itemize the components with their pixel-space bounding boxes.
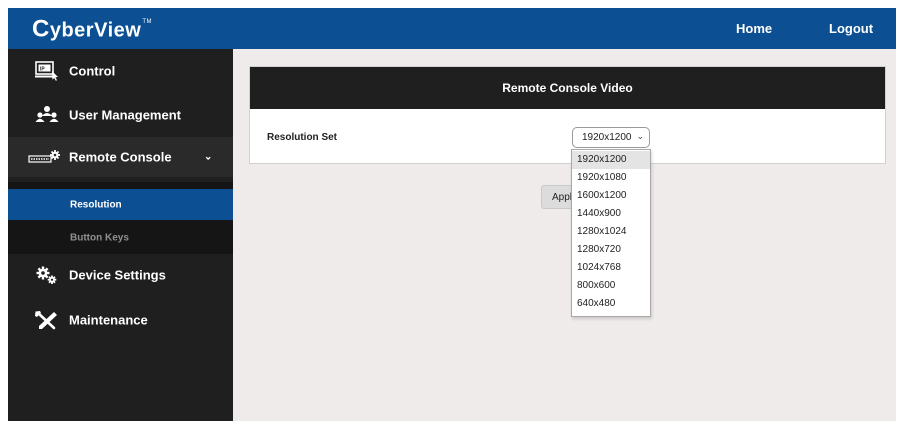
chevron-down-icon: ⌄ [636, 131, 644, 141]
sidebar-subitem-resolution[interactable]: Resolution [8, 189, 233, 220]
logo-text: yberView [49, 19, 142, 42]
sidebar-subitem-button-keys[interactable]: Button Keys [8, 222, 233, 253]
resolution-dropdown-list: 1920x1200 1920x1080 1600x1200 1440x900 1… [571, 149, 651, 317]
home-link[interactable]: Home [736, 21, 772, 36]
dropdown-option[interactable]: 1600x1200 [572, 187, 650, 205]
dropdown-option[interactable]: 1280x720 [572, 241, 650, 259]
dropdown-option[interactable]: 1280x1024 [572, 223, 650, 241]
monitor-cursor-icon: IP [34, 61, 60, 81]
resolution-select-value: 1920x1200 [582, 132, 632, 143]
sidebar: IP Control User Management Remote Consol… [8, 49, 233, 421]
dropdown-option-label: 1280x1024 [577, 226, 627, 237]
svg-text:IP: IP [40, 67, 45, 73]
sidebar-item-label: Remote Console [69, 149, 172, 165]
dropdown-option[interactable]: 1024x768 [572, 259, 650, 277]
sidebar-item-device-settings[interactable]: Device Settings [8, 255, 233, 295]
dropdown-option-label: 1280x720 [577, 244, 621, 255]
sidebar-item-control[interactable]: IP Control [8, 51, 233, 91]
chevron-down-icon: ⌄ [204, 151, 213, 163]
logout-link[interactable]: Logout [829, 21, 873, 36]
sidebar-item-remote-console[interactable]: Remote Console ⌄ [8, 137, 233, 177]
sidebar-item-label: Maintenance [69, 312, 148, 328]
sidebar-item-label: Control [69, 63, 116, 79]
tools-icon [34, 310, 60, 330]
dropdown-option[interactable]: 1440x900 [572, 205, 650, 223]
resolution-set-label: Resolution Set [267, 132, 338, 143]
dropdown-option-label: 640x480 [577, 298, 616, 309]
sidebar-subitem-label: Resolution [70, 199, 122, 210]
dropdown-option[interactable]: 800x600 [572, 277, 650, 295]
dropdown-option[interactable]: 640x480 [572, 295, 650, 313]
cyberview-logo: CyberViewTM [32, 17, 152, 42]
users-icon [34, 105, 60, 125]
sidebar-subitem-label: Button Keys [70, 232, 129, 243]
logo-initial: C [32, 15, 50, 43]
resolution-select[interactable]: 1920x1200 ⌄ [572, 127, 650, 148]
keyboard-gear-icon [28, 147, 62, 167]
sidebar-item-label: User Management [69, 107, 181, 123]
top-bar: CyberViewTM Home Logout [8, 8, 896, 49]
panel-title: Remote Console Video [250, 67, 885, 109]
dropdown-option-label: 1920x1080 [577, 172, 627, 183]
dropdown-option-label: 1440x900 [577, 208, 621, 219]
gears-icon [34, 265, 60, 285]
dropdown-option-label: 1600x1200 [577, 190, 627, 201]
app-frame: CyberViewTM Home Logout IP Control User … [8, 8, 896, 421]
dropdown-option[interactable]: 1920x1200 [572, 151, 650, 169]
dropdown-option-label: 1024x768 [577, 262, 621, 273]
logo-trademark: TM [142, 19, 152, 25]
remote-console-video-panel: Remote Console Video Resolution Set 1920… [249, 66, 886, 164]
sidebar-item-label: Device Settings [69, 267, 166, 283]
dropdown-option-label: 1920x1200 [577, 154, 627, 165]
dropdown-option[interactable]: 1920x1080 [572, 169, 650, 187]
sidebar-item-user-management[interactable]: User Management [8, 95, 233, 135]
sidebar-item-maintenance[interactable]: Maintenance [8, 300, 233, 340]
dropdown-option-label: 800x600 [577, 280, 616, 291]
